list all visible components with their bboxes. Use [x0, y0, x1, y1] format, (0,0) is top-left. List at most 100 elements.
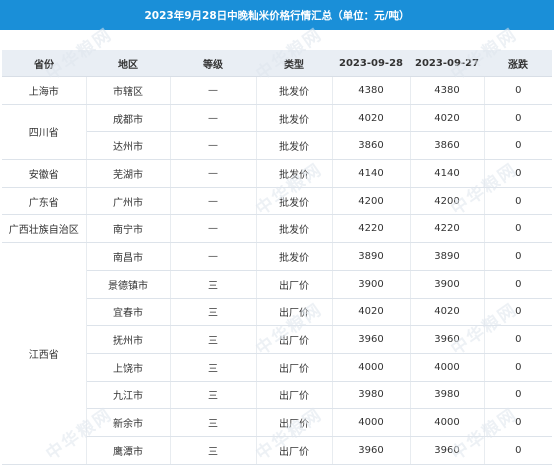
header-change: 涨跌 — [484, 50, 552, 77]
type-cell: 批发价 — [256, 187, 333, 216]
header-grade: 等级 — [170, 50, 256, 77]
grade-cell: — — [170, 159, 257, 188]
region-cell: 景德镇市 — [86, 270, 171, 299]
table-row: 广西壮族自治区 南宁市 — 批发价 4220 4220 0 — [2, 214, 552, 244]
change-cell: 0 — [484, 353, 552, 382]
region-cell: 成都市 — [86, 104, 171, 133]
price-0928-cell: 4000 — [332, 408, 411, 437]
table-header-row: 省份 地区 等级 类型 2023-09-28 2023-09-27 涨跌 — [2, 50, 552, 77]
table-row: 江西省 南昌市 — 批发价 3890 3890 0 — [2, 242, 552, 465]
change-cell: 0 — [484, 187, 552, 216]
table-row: 安徽省 芜湖市 — 批发价 4140 4140 0 — [2, 159, 552, 188]
province-cell: 江西省 — [2, 242, 87, 465]
change-cell: 0 — [484, 408, 552, 437]
region-cell: 芜湖市 — [86, 159, 171, 188]
change-cell: 0 — [484, 159, 552, 188]
price-0928-cell: 4380 — [332, 76, 411, 105]
table-row: 四川省 成都市 — 批发价 4020 4020 0 — [2, 104, 552, 161]
region-cell: 抚州市 — [86, 325, 171, 354]
price-0928-cell: 3980 — [332, 381, 411, 410]
province-cell: 广东省 — [2, 187, 87, 216]
region-cell: 广州市 — [86, 187, 171, 216]
grade-cell: 三 — [170, 298, 257, 327]
change-cell: 0 — [484, 242, 552, 271]
header-date-0927: 2023-09-27 — [410, 50, 484, 77]
grade-cell: 三 — [170, 353, 257, 382]
province-cell: 四川省 — [2, 104, 87, 161]
region-cell: 鹰潭市 — [86, 436, 171, 465]
price-0928-cell: 4220 — [332, 214, 411, 244]
table-title: 2023年9月28日中晚籼米价格行情汇总（单位：元/吨） — [0, 0, 554, 30]
region-cell: 南昌市 — [86, 242, 171, 271]
grade-cell: 三 — [170, 325, 257, 354]
table-row: 上海市 市辖区 — 批发价 4380 4380 0 — [2, 76, 552, 105]
price-0928-cell: 3890 — [332, 242, 411, 271]
region-cell: 新余市 — [86, 408, 171, 437]
price-0927-cell: 4020 — [410, 104, 485, 133]
header-date-0928: 2023-09-28 — [332, 50, 410, 77]
header-province: 省份 — [2, 50, 86, 77]
type-cell: 出厂价 — [256, 298, 333, 327]
price-0927-cell: 3900 — [410, 270, 485, 299]
grade-cell: — — [170, 214, 257, 244]
price-0927-cell: 3860 — [410, 131, 485, 161]
price-0927-cell: 4000 — [410, 408, 485, 437]
price-0928-cell: 3860 — [332, 131, 411, 161]
table-body: 上海市 市辖区 — 批发价 4380 4380 0 四川省 成都市 — 批发价 4020 4020 0 达州… — [2, 76, 552, 465]
change-cell: 0 — [484, 131, 552, 161]
type-cell: 批发价 — [256, 214, 333, 244]
type-cell: 出厂价 — [256, 325, 333, 354]
change-cell: 0 — [484, 214, 552, 244]
price-0927-cell: 4200 — [410, 187, 485, 216]
price-0927-cell: 4220 — [410, 214, 485, 244]
price-0927-cell: 3960 — [410, 436, 485, 465]
grade-cell: 三 — [170, 270, 257, 299]
change-cell: 0 — [484, 104, 552, 133]
change-cell: 0 — [484, 270, 552, 299]
grade-cell: — — [170, 131, 257, 161]
region-cell: 达州市 — [86, 131, 171, 161]
price-0927-cell: 4020 — [410, 298, 485, 327]
type-cell: 批发价 — [256, 242, 333, 271]
type-cell: 出厂价 — [256, 270, 333, 299]
price-0928-cell: 4140 — [332, 159, 411, 188]
price-0928-cell: 4200 — [332, 187, 411, 216]
price-0928-cell: 4000 — [332, 353, 411, 382]
price-0927-cell: 3890 — [410, 242, 485, 271]
price-0928-cell: 3960 — [332, 436, 411, 465]
region-cell: 上饶市 — [86, 353, 171, 382]
type-cell: 批发价 — [256, 76, 333, 105]
region-cell: 九江市 — [86, 381, 171, 410]
region-cell: 宜春市 — [86, 298, 171, 327]
price-0928-cell: 3960 — [332, 325, 411, 354]
change-cell: 0 — [484, 76, 552, 105]
type-cell: 出厂价 — [256, 381, 333, 410]
province-cell: 安徽省 — [2, 159, 87, 188]
type-cell: 出厂价 — [256, 436, 333, 465]
price-0927-cell: 4000 — [410, 353, 485, 382]
change-cell: 0 — [484, 381, 552, 410]
province-cell: 上海市 — [2, 76, 87, 105]
price-0928-cell: 4020 — [332, 298, 411, 327]
price-0927-cell: 3980 — [410, 381, 485, 410]
change-cell: 0 — [484, 325, 552, 354]
grade-cell: 三 — [170, 408, 257, 437]
region-cell: 南宁市 — [86, 214, 171, 244]
grade-cell: — — [170, 187, 257, 216]
header-region: 地区 — [86, 50, 170, 77]
type-cell: 出厂价 — [256, 408, 333, 437]
grade-cell: — — [170, 104, 257, 133]
table-row: 广东省 广州市 — 批发价 4200 4200 0 — [2, 187, 552, 216]
grade-cell: 三 — [170, 381, 257, 410]
region-cell: 市辖区 — [86, 76, 171, 105]
price-0927-cell: 4380 — [410, 76, 485, 105]
price-0927-cell: 3960 — [410, 325, 485, 354]
header-type: 类型 — [256, 50, 332, 77]
type-cell: 批发价 — [256, 104, 333, 133]
type-cell: 批发价 — [256, 159, 333, 188]
price-table: 省份 地区 等级 类型 2023-09-28 2023-09-27 涨跌 上海市… — [2, 50, 552, 465]
title-gap — [0, 30, 554, 50]
price-0928-cell: 4020 — [332, 104, 411, 133]
price-0928-cell: 3900 — [332, 270, 411, 299]
type-cell: 批发价 — [256, 131, 333, 161]
